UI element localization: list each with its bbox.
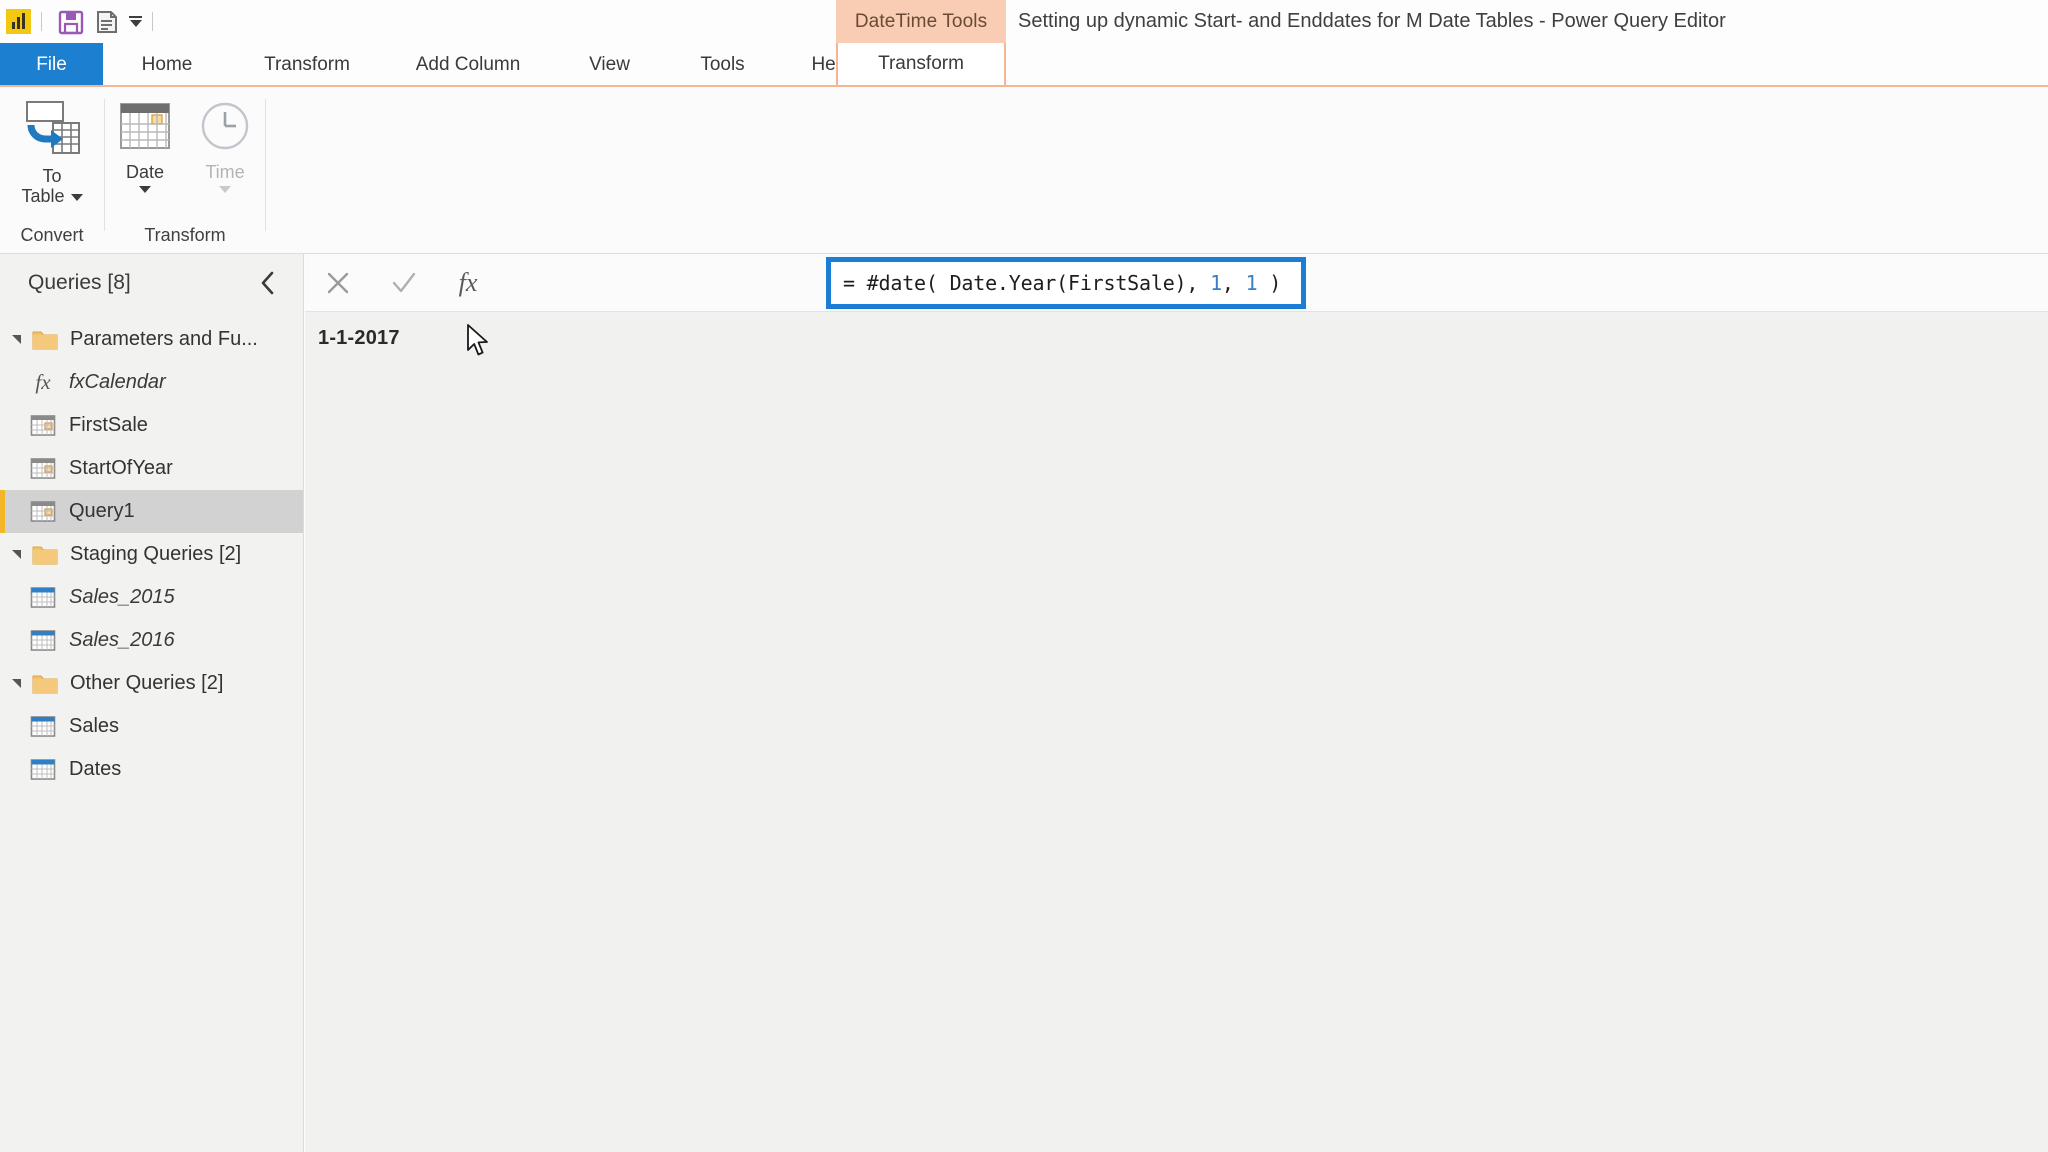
to-table-caret-icon[interactable]	[70, 193, 83, 201]
qat-separator-1	[41, 12, 42, 31]
ribbon-group-transform-label: Transform	[144, 225, 226, 245]
formula-separator: ,	[1221, 271, 1246, 295]
ribbon: To Table Convert Date Time Transform	[0, 87, 2048, 254]
ribbon-group-divider-2	[265, 99, 266, 231]
to-table-button[interactable]: To Table	[0, 87, 104, 206]
fx-icon: fx	[35, 370, 51, 394]
tree-label: fxCalendar	[69, 371, 166, 393]
ribbon-group-convert-label: Convert	[20, 225, 84, 245]
to-table-icon	[26, 101, 80, 154]
date-table-icon	[30, 501, 56, 522]
tree-item-fxcalendar[interactable]: fx fxCalendar	[0, 361, 303, 404]
queries-pane-header: Queries [8]	[0, 254, 303, 312]
ribbon-group-transform: Date Time Transform	[105, 87, 265, 254]
to-table-label-line2: Table	[21, 186, 65, 207]
content-area: fx = #date( Date.Year(FirstSale), 1, 1 )…	[305, 254, 2048, 1152]
mouse-pointer-icon	[466, 324, 492, 363]
tree-folder-parameters-and-functions[interactable]: Parameters and Fu...	[0, 318, 303, 361]
folder-icon	[32, 675, 58, 694]
queries-pane: Queries [8] Parameters and Fu... fx fxCa…	[0, 254, 304, 1152]
formula-arg-month: 1	[1210, 271, 1222, 295]
expand-triangle-icon[interactable]	[0, 550, 32, 559]
tree-folder-other-queries[interactable]: Other Queries [2]	[0, 662, 303, 705]
time-label: Time	[205, 162, 245, 182]
tree-label: Parameters and Fu...	[70, 328, 258, 350]
fx-icon[interactable]: fx	[437, 254, 499, 312]
tree-label: StartOfYear	[69, 457, 173, 479]
formula-prefix: = #date( Date.Year(FirstSale),	[843, 271, 1211, 295]
tree-label: FirstSale	[69, 414, 148, 436]
tree-folder-staging-queries[interactable]: Staging Queries [2]	[0, 533, 303, 576]
cancel-formula-button[interactable]	[305, 254, 371, 312]
queries-pane-title: Queries [8]	[28, 271, 131, 294]
tab-view[interactable]: View	[553, 43, 666, 87]
table-icon	[30, 759, 56, 780]
customize-quick-access-caret-icon[interactable]	[129, 15, 142, 28]
tab-file[interactable]: File	[0, 43, 103, 87]
ribbon-tab-strip: File Home Transform Add Column View Tool…	[0, 43, 2048, 87]
contextual-tools-label: DateTime Tools	[836, 0, 1006, 43]
qat-separator-2	[152, 12, 153, 31]
clock-icon	[201, 102, 249, 150]
tree-label: Dates	[69, 758, 122, 780]
tab-tools[interactable]: Tools	[666, 43, 779, 87]
contextual-tools-text: DateTime Tools	[854, 10, 988, 32]
tab-datetime-transform[interactable]: Transform	[836, 43, 1006, 87]
tree-item-sales-2016[interactable]: Sales_2016	[0, 619, 303, 662]
power-bi-logo-icon	[6, 9, 31, 34]
tree-item-sales-2015[interactable]: Sales_2015	[0, 576, 303, 619]
title-bar: DateTime Tools Setting up dynamic Start-…	[0, 0, 2048, 43]
quick-access-toolbar	[0, 0, 163, 43]
formula-input[interactable]: = #date( Date.Year(FirstSale), 1, 1 )	[831, 262, 1301, 304]
date-table-icon	[30, 415, 56, 436]
result-preview-area: 1-1-2017	[305, 312, 2048, 1152]
tab-transform[interactable]: Transform	[231, 43, 383, 87]
tree-label: Sales_2016	[69, 629, 175, 651]
table-icon	[30, 716, 56, 737]
folder-icon	[32, 331, 58, 350]
date-caret-icon[interactable]	[139, 186, 151, 194]
window-title: Setting up dynamic Start- and Enddates f…	[1018, 10, 1726, 32]
tree-label: Staging Queries [2]	[70, 543, 242, 565]
time-caret-icon[interactable]	[219, 186, 231, 194]
formula-highlight-box: = #date( Date.Year(FirstSale), 1, 1 )	[826, 257, 1306, 309]
table-icon	[30, 630, 56, 651]
formula-bar: fx = #date( Date.Year(FirstSale), 1, 1 )	[305, 254, 2048, 312]
tree-item-dates[interactable]: Dates	[0, 748, 303, 791]
folder-icon	[32, 546, 58, 565]
tree-label: Query1	[69, 500, 135, 522]
formula-arg-day: 1	[1245, 271, 1258, 295]
tree-label: Other Queries [2]	[70, 672, 224, 694]
tree-label: Sales_2015	[69, 586, 175, 608]
time-button[interactable]: Time	[185, 87, 265, 194]
ribbon-group-convert: To Table Convert	[0, 87, 104, 254]
checkmark-icon	[392, 272, 416, 292]
tree-item-startofyear[interactable]: StartOfYear	[0, 447, 303, 490]
tab-add-column[interactable]: Add Column	[383, 43, 553, 87]
result-value: 1-1-2017	[318, 327, 400, 349]
accept-formula-button[interactable]	[371, 254, 437, 312]
chevron-left-icon[interactable]	[253, 268, 283, 298]
to-table-label-line1: To	[42, 166, 62, 186]
expand-triangle-icon[interactable]	[0, 679, 32, 688]
power-query-editor-window: DateTime Tools Setting up dynamic Start-…	[0, 0, 2048, 1152]
document-icon[interactable]	[94, 9, 120, 35]
tree-item-firstsale[interactable]: FirstSale	[0, 404, 303, 447]
expand-triangle-icon[interactable]	[0, 335, 32, 344]
tree-item-sales[interactable]: Sales	[0, 705, 303, 748]
date-label: Date	[125, 162, 165, 182]
tree-item-query1[interactable]: Query1	[0, 490, 303, 533]
close-icon	[327, 272, 349, 293]
date-button[interactable]: Date	[105, 87, 185, 194]
save-icon[interactable]	[58, 9, 84, 35]
calendar-icon	[120, 103, 170, 149]
tab-home[interactable]: Home	[103, 43, 231, 87]
date-table-icon	[30, 458, 56, 479]
queries-tree: Parameters and Fu... fx fxCalendar First…	[0, 312, 303, 791]
formula-suffix: )	[1257, 271, 1282, 295]
table-icon	[30, 587, 56, 608]
tree-label: Sales	[69, 715, 120, 737]
